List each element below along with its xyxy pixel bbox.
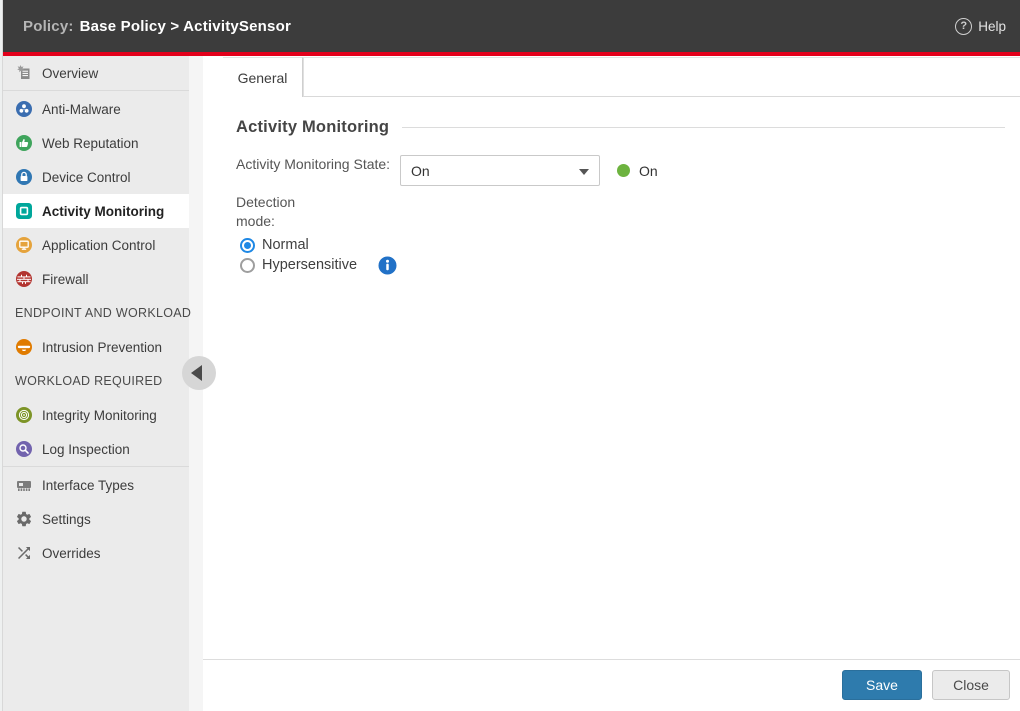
sidebar-item-label: Anti-Malware [42,102,121,117]
detection-mode-label: Detection mode: [236,193,328,231]
close-button[interactable]: Close [932,670,1010,700]
sidebar-nav: Overview Anti-Malware Web Reputation [3,56,189,570]
sidebar-item-anti-malware[interactable]: Anti-Malware [3,92,189,126]
sidebar-collapse-button[interactable] [182,356,216,390]
state-select-value: On [411,163,430,179]
sidebar-item-log-inspection[interactable]: Log Inspection [3,432,189,466]
sidebar-item-label: Activity Monitoring [42,204,164,219]
overview-icon [15,64,33,82]
state-row: Activity Monitoring State: On On [236,155,996,186]
radio-normal-control[interactable] [240,238,255,253]
sidebar-divider [3,90,189,91]
state-label: Activity Monitoring State: [236,155,400,174]
save-button[interactable]: Save [842,670,922,700]
page-title-main: Base Policy > ActivitySensor [80,18,291,35]
green-status-dot [617,164,630,177]
sidebar-item-label: Device Control [42,170,131,185]
interface-types-icon [15,476,33,494]
sidebar-item-overrides[interactable]: Overrides [3,536,189,570]
page-title: Policy: Base Policy > ActivitySensor [23,18,291,35]
sidebar-item-label: Integrity Monitoring [42,408,157,423]
state-status: On [617,155,658,186]
detection-mode-radios: Normal Hypersensitive [236,235,996,275]
help-label: Help [978,19,1006,34]
sidebar-item-interface-types[interactable]: Interface Types [3,468,189,502]
sidebar-item-label: Firewall [42,272,89,287]
sidebar-item-label: Interface Types [42,478,134,493]
info-icon[interactable] [378,256,397,275]
sidebar-item-intrusion-prevention[interactable]: Intrusion Prevention [3,330,189,364]
footer-buttons: Save Close [842,670,1010,700]
sidebar-item-label: Settings [42,512,91,527]
sidebar-divider [3,466,189,467]
chevron-left-icon [191,365,202,381]
section-header: Activity Monitoring [236,118,1005,137]
radio-hypersensitive[interactable]: Hypersensitive [240,255,996,275]
settings-gear-icon [15,510,33,528]
activity-monitoring-icon [15,202,33,220]
sidebar-item-integrity-monitoring[interactable]: Integrity Monitoring [3,398,189,432]
app-header: Policy: Base Policy > ActivitySensor ? He… [3,0,1020,52]
overrides-shuffle-icon [15,544,33,562]
activity-monitoring-form: Activity Monitoring State: On On Detecti… [236,155,996,275]
chevron-down-icon [579,169,589,175]
firewall-icon [15,270,33,288]
sidebar-item-label: Overview [42,66,98,81]
state-status-text: On [639,163,658,179]
log-inspection-icon [15,440,33,458]
sidebar-item-label: Web Reputation [42,136,139,151]
device-control-icon [15,168,33,186]
sidebar-item-activity-monitoring[interactable]: Activity Monitoring [3,194,189,228]
sidebar-section-endpoint-and-workload: ENDPOINT AND WORKLOAD [3,296,189,330]
tab-bar-empty-area [303,57,1020,97]
main-content: General Activity Monitoring Activity Mon… [203,56,1020,711]
sidebar: Overview Anti-Malware Web Reputation [3,56,203,711]
question-circle-icon: ? [955,18,972,35]
sidebar-item-settings[interactable]: Settings [3,502,189,536]
section-title: Activity Monitoring [236,118,389,137]
anti-malware-icon [15,100,33,118]
radio-hypersensitive-control[interactable] [240,258,255,273]
tab-general-label: General [238,70,288,86]
sidebar-item-label: Overrides [42,546,101,561]
radio-normal[interactable]: Normal [240,235,996,255]
policy-editor-window: Policy: Base Policy > ActivitySensor ? He… [0,0,1020,711]
help-button[interactable]: ? Help [955,18,1006,35]
application-control-icon [15,236,33,254]
sidebar-item-web-reputation[interactable]: Web Reputation [3,126,189,160]
detection-mode-row: Detection mode: [236,193,996,231]
page-title-prefix: Policy: [23,18,74,35]
sidebar-item-device-control[interactable]: Device Control [3,160,189,194]
sidebar-item-label: Application Control [42,238,155,253]
section-rule [402,127,1005,128]
radio-normal-label: Normal [262,237,309,253]
sidebar-section-workload-required: WORKLOAD REQUIRED [3,364,189,398]
sidebar-item-label: Intrusion Prevention [42,340,162,355]
integrity-monitoring-icon [15,406,33,424]
tab-bar: General [203,56,1020,97]
radio-hypersensitive-label: Hypersensitive [262,257,357,273]
sidebar-item-application-control[interactable]: Application Control [3,228,189,262]
intrusion-prevention-icon [15,338,33,356]
web-reputation-icon [15,134,33,152]
state-select[interactable]: On [400,155,600,186]
footer-divider [203,659,1020,660]
sidebar-item-label: Log Inspection [42,442,130,457]
sidebar-item-overview[interactable]: Overview [3,56,189,90]
tab-general[interactable]: General [223,57,303,97]
sidebar-item-firewall[interactable]: Firewall [3,262,189,296]
